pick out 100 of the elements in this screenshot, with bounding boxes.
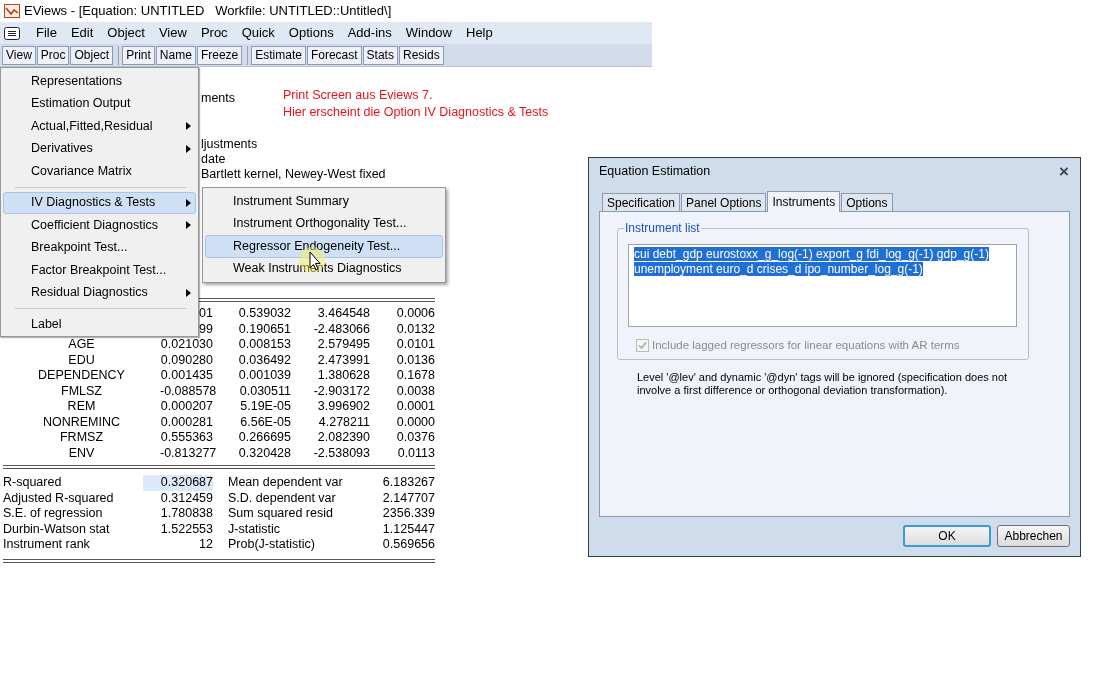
- tab[interactable]: Specification: [602, 193, 681, 211]
- variable-name: ENV: [67, 445, 96, 461]
- table-cell-text: 99: [198, 321, 213, 337]
- statistic-value: 1.522553: [159, 521, 213, 537]
- statistic-label: Mean dependent var: [227, 475, 344, 491]
- table-cell-text: -2.903172: [312, 383, 370, 399]
- menu-item[interactable]: Window: [399, 23, 458, 43]
- table-cell-text: 0.0006: [395, 306, 435, 322]
- menu-option[interactable]: Weak Instruments Diagnostics: [205, 257, 443, 280]
- toolbar-button[interactable]: Proc: [36, 45, 70, 65]
- table-cell-text: 0.0113: [396, 445, 435, 461]
- variable-name: FMLSZ: [60, 383, 103, 399]
- menu-option[interactable]: Representations: [3, 70, 196, 93]
- table-cell-text: 0.036492: [237, 352, 291, 368]
- statistic-label: R-squared: [3, 475, 63, 491]
- submenu-arrow-icon: [186, 122, 191, 131]
- toolbar-button[interactable]: Object: [70, 45, 114, 65]
- toolbar-button[interactable]: Freeze: [196, 45, 243, 65]
- menu-option[interactable]: Breakpoint Test...: [3, 236, 196, 259]
- dialog-title: Equation Estimation: [599, 162, 711, 180]
- variable-name: DEPENDENCY: [37, 368, 126, 384]
- menu-item[interactable]: File: [30, 23, 63, 43]
- menu-option[interactable]: Covariance Matrix: [3, 160, 196, 183]
- menu-item[interactable]: Add-ins: [341, 23, 398, 43]
- group-label: Instrument list: [624, 221, 701, 235]
- menu-option[interactable]: Derivatives: [3, 137, 196, 160]
- variable-name: REM: [66, 399, 97, 415]
- menu-item[interactable]: Quick: [235, 23, 281, 43]
- table-cell-text: 6.56E-05: [239, 414, 291, 430]
- close-button[interactable]: ×: [1055, 162, 1073, 180]
- statistic-label: Durbin-Watson stat: [3, 521, 111, 537]
- menu-item[interactable]: Edit: [64, 23, 100, 43]
- toolbar-button[interactable]: Resids: [398, 45, 444, 65]
- statistic-label: J-statistic: [227, 521, 282, 537]
- menu-option[interactable]: Factor Breakpoint Test...: [3, 259, 196, 282]
- instrument-list-field[interactable]: cui debt_gdp eurostoxx_g_log(-1) export_g fdi_log_g(-1) gdp_g(-1) unemployment euro_d crises_d ipo_number_log_g(-1): [628, 244, 1017, 327]
- menu-item[interactable]: Help: [460, 23, 499, 43]
- menu-option[interactable]: Estimation Output: [3, 92, 196, 115]
- toolbar-button[interactable]: View: [2, 45, 36, 65]
- tab[interactable]: Options: [841, 193, 893, 211]
- menu-option[interactable]: Actual,Fitted,Residual: [3, 115, 196, 138]
- table-cell-text: 01: [198, 306, 213, 322]
- menu-item[interactable]: Options: [282, 23, 340, 43]
- tab[interactable]: Instruments: [767, 191, 841, 212]
- menu-option[interactable]: Instrument Orthogonality Test...: [205, 212, 443, 235]
- statistic-value: 0.312459: [159, 490, 213, 506]
- toolbar-button[interactable]: Name: [155, 45, 196, 65]
- menu-option[interactable]: Residual Diagnostics: [3, 281, 196, 304]
- menu-option[interactable]: Coefficient Diagnostics: [3, 214, 196, 237]
- table-cell-text: 0.0101: [395, 337, 435, 353]
- statistic-label: S.E. of regression: [3, 506, 104, 522]
- table-cell: 0.001435: [160, 368, 213, 384]
- submenu-arrow-icon: [186, 221, 191, 230]
- table-cell: 0.000281: [160, 414, 213, 430]
- menu-option[interactable]: Regressor Endogeneity Test...: [205, 235, 443, 258]
- toolbar-button[interactable]: Stats: [362, 45, 398, 65]
- variable-name: NONREMINC: [41, 414, 122, 430]
- menu-option[interactable]: IV Diagnostics & Tests: [3, 191, 196, 214]
- toolbar-button[interactable]: Forecast: [306, 45, 362, 65]
- dialog-button[interactable]: Abbrechen: [997, 525, 1070, 547]
- statistic-label: Adjusted R-squared: [3, 490, 115, 506]
- statistic-value: 12: [198, 537, 213, 553]
- menu-option[interactable]: Label: [3, 313, 196, 336]
- window-title: EViews - [Equation: UNTITLED Workfile: UNTITLED::Untitled\]: [24, 2, 392, 21]
- statistic-label: Prob(J-statistic): [227, 537, 316, 553]
- table-cell-text: 0.0001: [395, 399, 435, 415]
- submenu-arrow-icon: [186, 288, 191, 297]
- output-text: Bartlett kernel, Newey-West fixed: [201, 167, 386, 182]
- table-cell-text: 0.266695: [237, 430, 291, 446]
- menu-option[interactable]: Instrument Summary: [205, 190, 443, 213]
- table-cell-text: -2.483066: [312, 321, 370, 337]
- statistic-label: Sum squared resid: [227, 506, 334, 522]
- annotation-text: Hier erscheint die Option IV Diagnostics & Tests: [283, 104, 549, 121]
- table-cell-text: 0.0376: [395, 430, 435, 446]
- tab[interactable]: Panel Options: [681, 193, 767, 211]
- table-cell: 0.090280: [160, 352, 213, 368]
- menu-item[interactable]: Object: [101, 23, 151, 43]
- statistic-value: 2.147707: [381, 490, 435, 506]
- dialog-button[interactable]: OK: [903, 525, 991, 547]
- output-text: ments: [201, 91, 236, 106]
- table-cell-text: 0.190651: [237, 321, 291, 337]
- table-cell-text: 4.278211: [317, 414, 370, 430]
- instrument-text: cui debt_gdp eurostoxx_g_log(-1) export_g fdi_log_g(-1) gdp_g(-1): [634, 247, 989, 261]
- table-cell-text: 0.0038: [395, 383, 435, 399]
- statistic-value: 1.780838: [159, 506, 213, 522]
- toolbar-button[interactable]: Print: [122, 45, 155, 65]
- system-menu-icon[interactable]: [4, 26, 20, 40]
- submenu-arrow-icon: [186, 198, 191, 207]
- variable-name: AGE: [67, 337, 96, 353]
- instrument-text: unemployment euro_d crises_d ipo_number_log_g(-1): [634, 262, 923, 276]
- table-cell-text: 0.030511: [238, 383, 291, 399]
- table-cell: 0.555363: [160, 430, 213, 446]
- variable-name: FRMSZ: [58, 430, 105, 446]
- toolbar-button[interactable]: Estimate: [251, 45, 306, 65]
- menu-item[interactable]: View: [152, 23, 193, 43]
- menu-item[interactable]: Proc: [194, 23, 234, 43]
- checkmark-icon: [638, 341, 647, 351]
- variable-name: EDU: [67, 352, 96, 368]
- table-cell-text: 0.0132: [395, 321, 435, 337]
- table-cell-text: 5.19E-05: [239, 399, 291, 415]
